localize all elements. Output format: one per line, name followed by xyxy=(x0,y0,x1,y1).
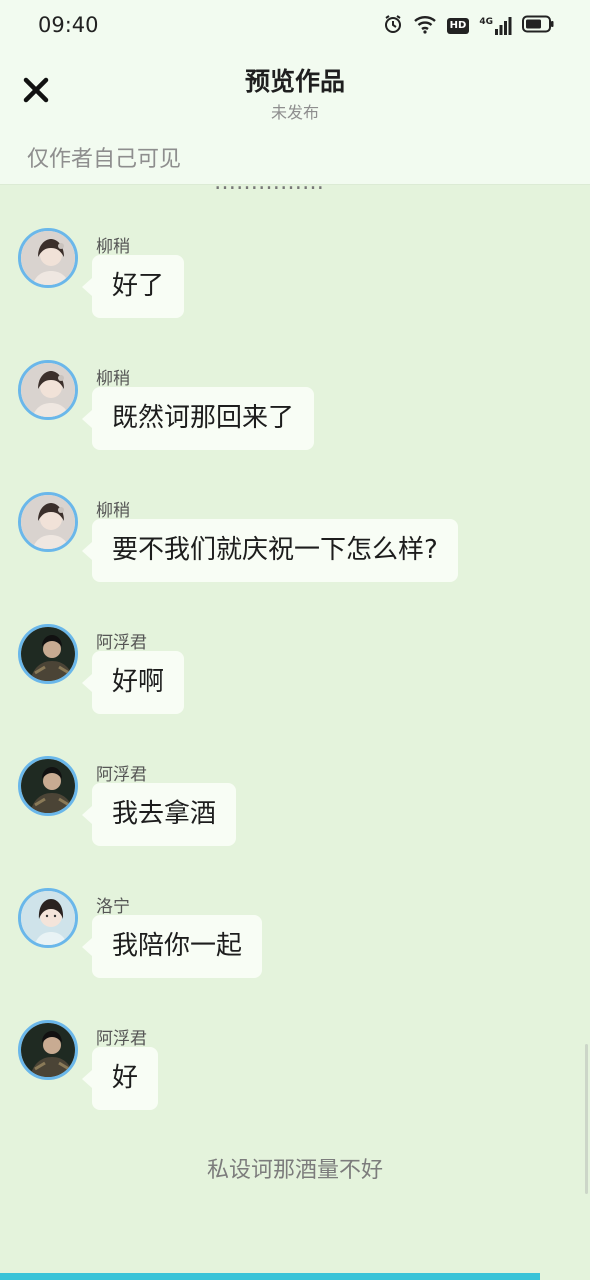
avatar[interactable] xyxy=(18,228,78,288)
avatar[interactable] xyxy=(18,624,78,684)
bottom-accent-strip xyxy=(0,1273,540,1280)
avatar[interactable] xyxy=(18,756,78,816)
message-bubble[interactable]: 我陪你一起 xyxy=(81,915,263,978)
avatar[interactable] xyxy=(18,492,78,552)
avatar[interactable] xyxy=(18,1020,78,1080)
signal-4g-icon: 4G xyxy=(479,17,512,35)
visibility-note: 仅作者自己可见 xyxy=(27,147,182,172)
message-bubble[interactable]: 既然诃那回来了 xyxy=(81,387,315,450)
message-bubble[interactable]: 好啊 xyxy=(81,651,185,714)
message-bubble[interactable]: 我去拿酒 xyxy=(81,783,237,846)
sender-name: 阿浮君 xyxy=(96,765,147,785)
message-bubble[interactable]: 好 xyxy=(81,1047,159,1110)
author-note: 私设诃那酒量不好 xyxy=(206,1158,383,1183)
scrollbar[interactable] xyxy=(585,1044,588,1194)
status-bar: 09:40 HD 4G xyxy=(0,0,590,52)
chat-list[interactable]: …………… 柳稍 好了 柳稍 既然诃那回来了 柳稍 要不我们就庆祝一下怎么样? … xyxy=(0,184,590,1280)
wifi-icon xyxy=(413,14,437,38)
top-bar: 预览作品 未发布 仅作者自己可见 xyxy=(0,52,590,184)
page-title: 预览作品 xyxy=(244,67,345,96)
avatar[interactable] xyxy=(18,888,78,948)
sender-name: 阿浮君 xyxy=(96,633,147,653)
sender-name: 阿浮君 xyxy=(96,1029,147,1049)
battery-icon xyxy=(522,15,554,37)
message-bubble[interactable]: 要不我们就庆祝一下怎么样? xyxy=(82,519,458,582)
hd-badge-icon: HD xyxy=(446,18,470,34)
alarm-icon xyxy=(383,14,403,38)
sender-name: 柳稍 xyxy=(96,369,130,389)
network-label: 4G xyxy=(479,17,493,27)
sender-name: 柳稍 xyxy=(96,237,130,257)
sender-name: 柳稍 xyxy=(96,501,130,521)
status-icons: HD 4G xyxy=(383,14,554,38)
publish-status: 未发布 xyxy=(270,103,319,122)
message-bubble[interactable]: 好了 xyxy=(81,255,185,318)
sender-name: 洛宁 xyxy=(96,897,130,917)
status-time: 09:40 xyxy=(38,13,99,37)
avatar[interactable] xyxy=(18,360,78,420)
clipped-message-text: …………… xyxy=(214,184,324,195)
